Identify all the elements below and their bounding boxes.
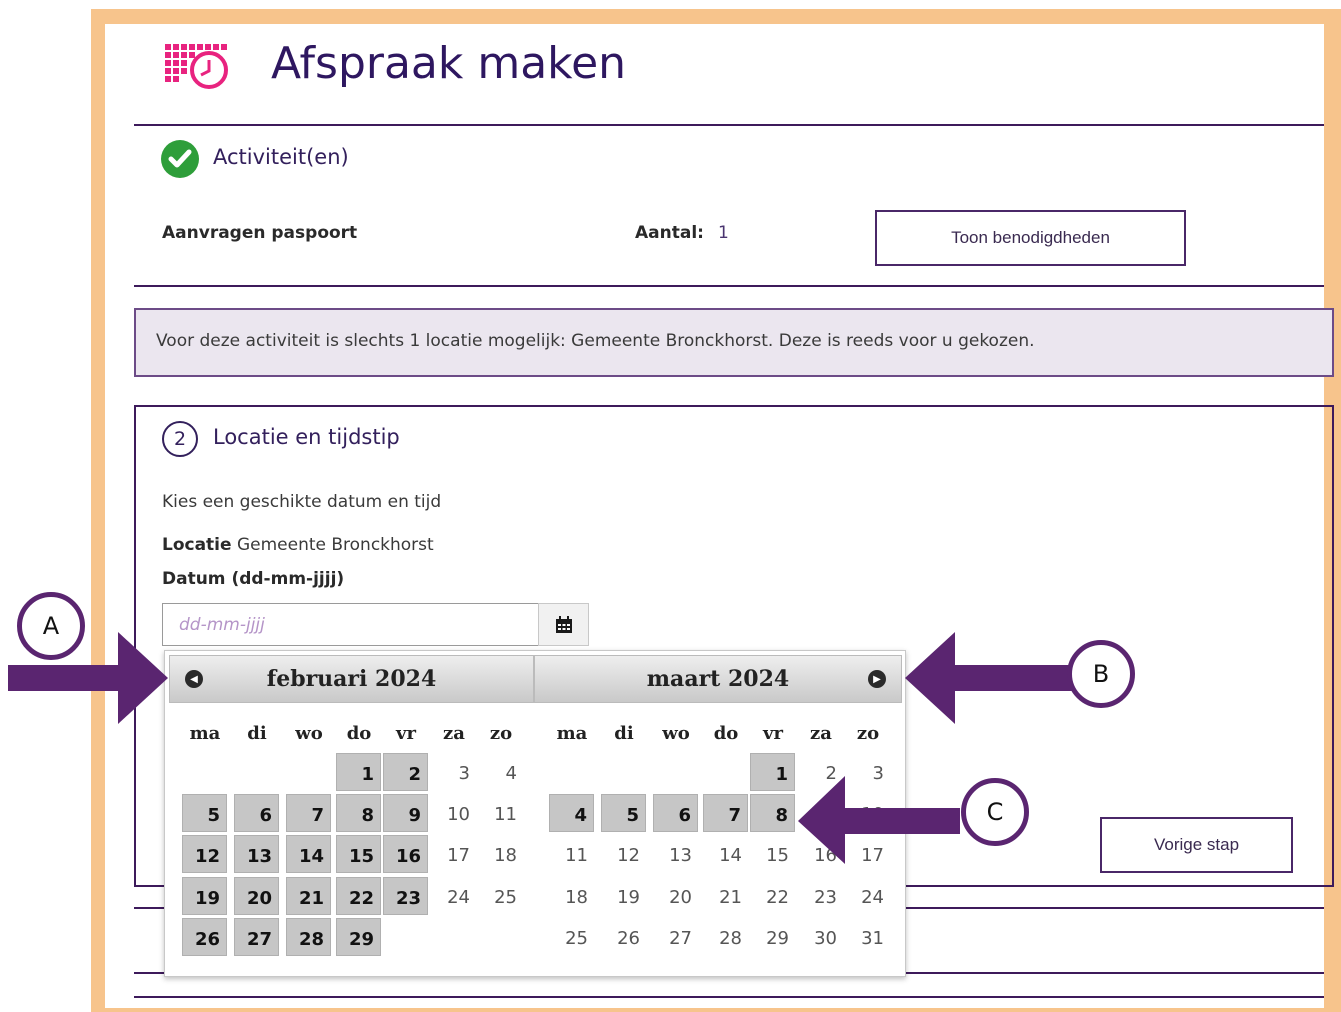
unavailable-day: 18	[565, 887, 588, 908]
unavailable-day: 25	[494, 887, 517, 908]
unavailable-day: 26	[617, 928, 640, 949]
calendar-clock-icon	[163, 42, 229, 92]
available-day[interactable]: 28	[286, 918, 331, 956]
available-day[interactable]: 19	[182, 877, 227, 915]
unavailable-day: 24	[447, 887, 470, 908]
divider	[134, 285, 1324, 287]
section-title-activities: Activiteit(en)	[213, 145, 349, 169]
available-day[interactable]: 26	[182, 918, 227, 956]
step-number-badge: 2	[162, 421, 198, 457]
available-day[interactable]: 29	[336, 918, 381, 956]
unavailable-day: 23	[814, 887, 837, 908]
count-label: Aantal:	[635, 223, 704, 243]
info-message: Voor deze activiteit is slechts 1 locati…	[156, 331, 1035, 351]
available-day[interactable]: 20	[234, 877, 279, 915]
unavailable-day: 30	[814, 928, 837, 949]
section-title-location: Locatie en tijdstip	[213, 425, 400, 449]
location-label: Locatie	[162, 535, 232, 555]
unavailable-day: 22	[766, 887, 789, 908]
page-title: Afspraak maken	[271, 38, 627, 89]
location-value: Gemeente Bronckhorst	[236, 535, 434, 555]
unavailable-day: 19	[617, 887, 640, 908]
available-day[interactable]: 27	[234, 918, 279, 956]
annotation-marker-a: A	[17, 592, 85, 660]
unavailable-day: 21	[719, 887, 742, 908]
unavailable-day: 25	[565, 928, 588, 949]
instruction-text: Kies een geschikte datum en tijd	[162, 492, 442, 512]
unavailable-day: 27	[669, 928, 692, 949]
unavailable-day: 28	[719, 928, 742, 949]
show-requirements-button[interactable]: Toon benodigdheden	[875, 210, 1186, 266]
annotation-marker-c: C	[961, 778, 1029, 846]
unavailable-day: 24	[861, 887, 884, 908]
unavailable-day: 29	[766, 928, 789, 949]
count-value: 1	[718, 223, 729, 243]
info-message-box: Voor deze activiteit is slechts 1 locati…	[134, 308, 1334, 377]
activity-name: Aanvragen paspoort	[162, 223, 358, 243]
unavailable-day: 20	[669, 887, 692, 908]
annotation-arrows	[8, 632, 1074, 864]
annotation-marker-b: B	[1067, 640, 1135, 708]
available-day[interactable]: 22	[336, 877, 381, 915]
unavailable-day: 31	[861, 928, 884, 949]
check-circle-icon	[161, 140, 199, 178]
available-day[interactable]: 21	[286, 877, 331, 915]
divider	[134, 996, 1324, 998]
available-day[interactable]: 23	[383, 877, 428, 915]
date-label: Datum (dd-mm-jjjj)	[162, 569, 345, 589]
divider	[134, 124, 1324, 126]
